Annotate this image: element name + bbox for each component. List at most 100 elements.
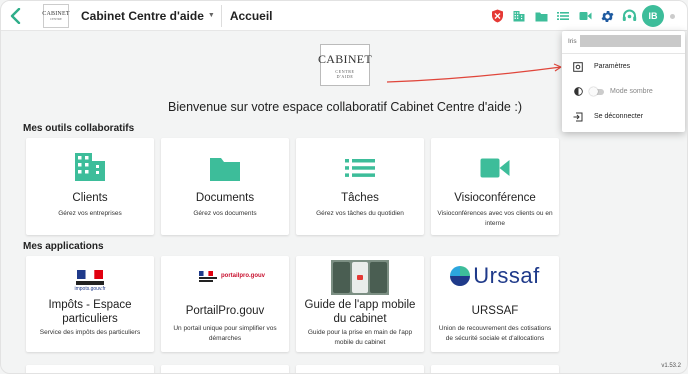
user-row: Iris [562, 31, 685, 49]
company-name: Cabinet Centre d'aide [81, 8, 204, 23]
app-card-partial[interactable] [26, 365, 154, 373]
app-logo: impots.gouv.fr [26, 256, 154, 292]
headset-icon [622, 9, 636, 21]
section-title-apps: Mes applications [23, 241, 104, 252]
list-icon [345, 159, 375, 177]
app-card-urssaf[interactable]: Urssaf URSSAF Union de recouvrement des … [431, 256, 559, 352]
user-name: Iris [568, 37, 577, 45]
app-description: Service des impôts des particuliers [39, 329, 141, 336]
menu-item-label: Mode sombre [610, 88, 653, 95]
building-icon [75, 153, 105, 181]
page-title: Accueil [229, 8, 273, 23]
app-title: Impôts - Espace particuliers [48, 299, 132, 325]
list-icon [557, 12, 569, 20]
divider [220, 4, 222, 27]
tasks-shortcut[interactable] [552, 1, 574, 31]
hero-logo-line1: CABINET [317, 51, 373, 66]
tool-title: Tâches [341, 192, 379, 204]
logout-icon [572, 111, 584, 123]
contrast-icon [572, 86, 584, 98]
republique-mark [199, 270, 217, 282]
tool-card-clients[interactable]: Clients Gérez vos entreprises [26, 138, 154, 235]
section-title-tools: Mes outils collaboratifs [23, 123, 135, 134]
security-button[interactable] [486, 1, 508, 31]
documents-shortcut[interactable] [530, 1, 552, 31]
app-logo: portailpro.gouv [161, 256, 289, 296]
chevron-down-icon: ▼ [207, 12, 215, 19]
tool-title: Documents [195, 192, 255, 204]
app-card-impots[interactable]: impots.gouv.fr Impôts - Espace particuli… [26, 256, 154, 352]
video-icon [579, 12, 591, 20]
app-logo-text: portailpro.gouv [221, 272, 265, 279]
app-logo-text: Urssaf [473, 263, 540, 288]
logo-bar [76, 281, 104, 285]
menu-item-label: Paramètres [594, 63, 631, 70]
tool-icon-wrap [296, 138, 424, 178]
clients-shortcut[interactable] [508, 1, 530, 31]
app-card-partial[interactable] [296, 365, 424, 373]
tool-card-video[interactable]: Visioconférence Visioconférences avec vo… [431, 138, 559, 235]
tool-icon-wrap [161, 138, 289, 182]
phone-screen [351, 262, 369, 293]
logo-subtext: CENTRE [50, 16, 62, 21]
menu-item-label: Se déconnecter [594, 113, 644, 120]
video-shortcut[interactable] [574, 1, 596, 31]
video-icon [480, 158, 510, 178]
tool-card-documents[interactable]: Documents Gérez vos documents [161, 138, 289, 235]
marianne-flag-icon [77, 270, 103, 279]
app-window: CABINET CENTRE Cabinet Centre d'aide ▼ A… [0, 0, 688, 374]
top-bar: CABINET CENTRE Cabinet Centre d'aide ▼ A… [1, 1, 687, 31]
app-version: v1.53.2 [661, 363, 681, 369]
logo-bar [199, 279, 213, 282]
app-card-partial[interactable] [161, 365, 289, 373]
app-logo-text: impots.gouv.fr [74, 286, 106, 292]
company-logo[interactable]: CABINET CENTRE [42, 3, 70, 28]
hero-logo: CABINET CENTRE D'AIDE [317, 44, 373, 86]
tool-description: Visioconférences avec vos clients ou en … [437, 210, 553, 227]
app-card-guide[interactable]: Guide de l'app mobile du cabinet Guide p… [296, 256, 424, 352]
app-description: Guide pour la prise en main de l'app mob… [307, 329, 413, 346]
phone-screenshots-image [331, 260, 389, 295]
tool-description: Gérez vos documents [193, 210, 257, 217]
user-email-redacted [580, 35, 681, 47]
tool-title: Clients [72, 192, 108, 204]
tool-icon-wrap [26, 138, 154, 182]
shield-icon [491, 9, 503, 23]
dark-mode-toggle[interactable] [589, 86, 604, 96]
menu-item-dark-mode[interactable]: Mode sombre [562, 79, 685, 104]
user-avatar[interactable]: IB [642, 5, 664, 27]
app-card-partial[interactable] [431, 365, 559, 373]
marianne-flag-icon [199, 270, 213, 276]
support-button[interactable] [618, 1, 640, 31]
logo-bar [199, 276, 217, 279]
user-menu: Iris Paramètres Mode sombre Se déconnect… [562, 31, 685, 132]
app-logo: Urssaf [431, 256, 559, 296]
settings-button[interactable] [596, 1, 618, 31]
menu-item-logout[interactable]: Se déconnecter [562, 104, 685, 129]
menu-item-settings[interactable]: Paramètres [562, 54, 685, 79]
tool-card-tasks[interactable]: Tâches Gérez vos tâches du quotidien [296, 138, 424, 235]
phone-screen [333, 262, 350, 293]
building-icon [513, 11, 525, 22]
app-thumbnail [296, 256, 424, 296]
status-dot [670, 13, 675, 19]
play-icon [357, 275, 363, 280]
app-title: Guide de l'app mobile du cabinet [304, 299, 416, 325]
tool-title: Visioconférence [454, 192, 536, 204]
company-selector[interactable]: Cabinet Centre d'aide ▼ [81, 9, 215, 23]
app-title: PortailPro.gouv [185, 305, 265, 317]
app-description: Union de recouvrement des cotisations de… [438, 325, 552, 342]
app-card-portailpro[interactable]: portailpro.gouv PortailPro.gouv Un porta… [161, 256, 289, 352]
top-actions: IB [486, 1, 675, 31]
phone-screen [370, 262, 388, 293]
app-description: Un portail unique pour simplifier vos dé… [173, 325, 277, 342]
folder-icon [210, 158, 240, 181]
urssaf-mark-icon [450, 266, 471, 286]
hero-logo-line3: D'AIDE [336, 73, 354, 79]
app-title: URSSAF [471, 305, 519, 317]
tool-icon-wrap [431, 138, 559, 178]
back-button[interactable] [3, 1, 29, 31]
tool-description: Gérez vos tâches du quotidien [316, 210, 404, 217]
back-arrow-icon [10, 7, 21, 24]
gear-icon [601, 10, 613, 22]
